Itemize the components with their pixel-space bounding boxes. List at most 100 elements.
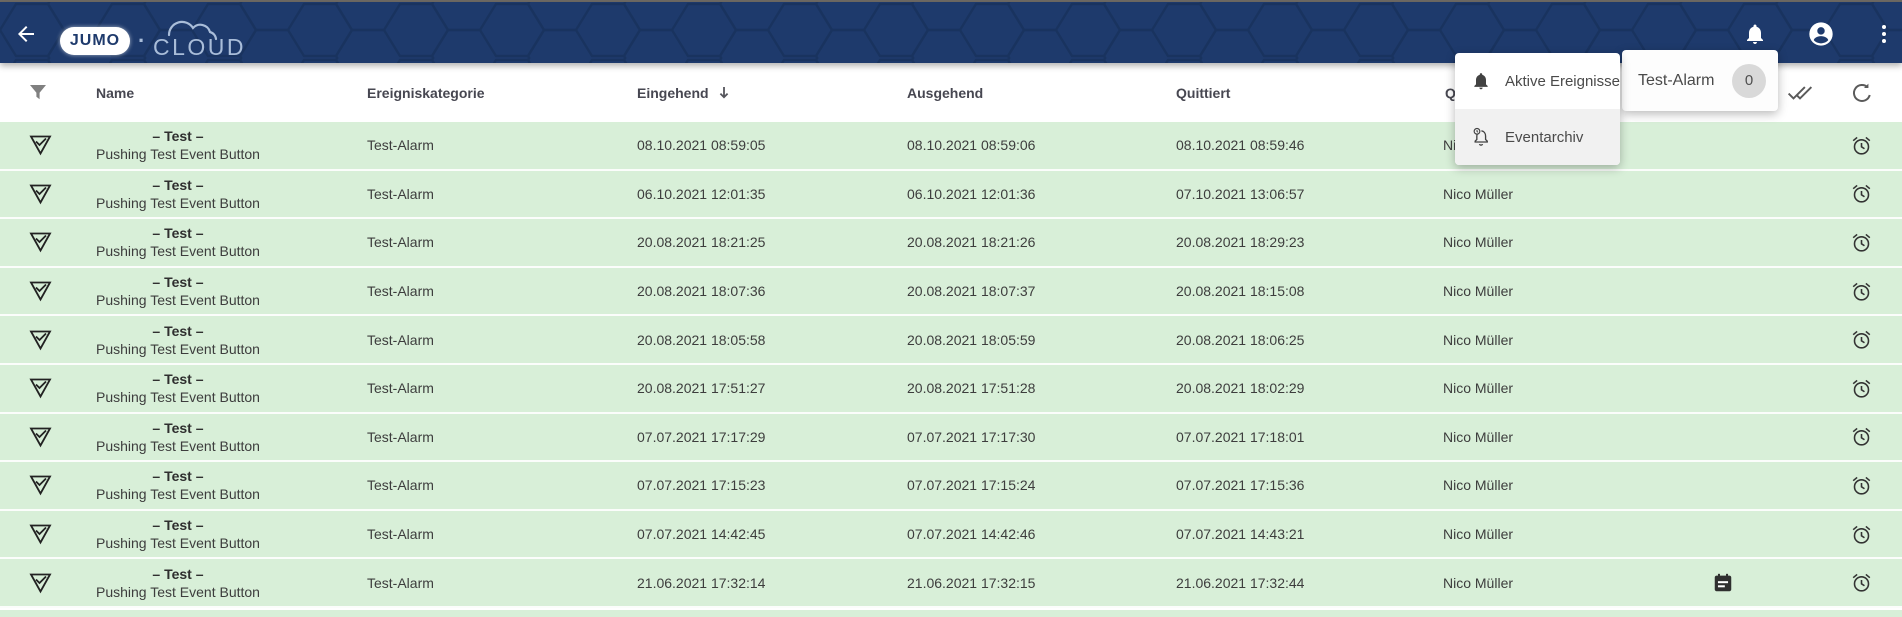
event-outgoing-time: 07.07.2021 17:17:30	[907, 414, 1035, 461]
table-row[interactable]: – Test – Pushing Test Event Button Test-…	[0, 171, 1902, 220]
filter-funnel-icon[interactable]	[26, 63, 50, 122]
event-incoming-time: 07.07.2021 17:17:29	[637, 414, 765, 461]
event-outgoing-time: 07.07.2021 17:15:24	[907, 462, 1035, 509]
logo-brand-text: JUMO	[70, 32, 120, 50]
jumo-cloud-logo: JUMO · CLOUD	[60, 19, 259, 63]
events-dropdown-menu: Aktive Ereignisse Eventarchiv	[1455, 53, 1620, 165]
event-outgoing-time: 20.08.2021 18:07:37	[907, 268, 1035, 315]
alarm-clock-icon[interactable]	[1851, 511, 1872, 558]
event-name-title: – Test –	[152, 224, 203, 242]
partially-visible-row	[0, 610, 1902, 617]
more-vert-icon[interactable]	[1870, 20, 1898, 48]
event-incoming-time: 07.07.2021 14:42:45	[637, 511, 765, 558]
event-acknowledged-icon	[28, 268, 53, 315]
event-acknowledged-by: Nico Müller	[1443, 414, 1513, 461]
done-all-icon[interactable]	[1787, 63, 1813, 122]
alarm-clock-icon[interactable]	[1851, 122, 1872, 169]
event-outgoing-time: 21.06.2021 17:32:15	[907, 559, 1035, 606]
filter-chip-panel[interactable]: Test-Alarm 0	[1622, 50, 1778, 111]
event-category: Test-Alarm	[367, 316, 434, 363]
table-row[interactable]: – Test – Pushing Test Event Button Test-…	[0, 219, 1902, 268]
column-header-outgoing[interactable]: Ausgehend	[907, 63, 983, 122]
alarm-clock-icon[interactable]	[1851, 171, 1872, 218]
event-acknowledged-time: 07.07.2021 14:43:21	[1176, 511, 1304, 558]
event-outgoing-time: 06.10.2021 12:01:36	[907, 171, 1035, 218]
event-acknowledged-by: Nico Müller	[1443, 511, 1513, 558]
event-category: Test-Alarm	[367, 559, 434, 606]
event-name-subtitle: Pushing Test Event Button	[96, 437, 260, 455]
event-acknowledged-time: 21.06.2021 17:32:44	[1176, 559, 1304, 606]
sort-descending-icon[interactable]	[717, 85, 731, 101]
event-acknowledged-icon	[28, 122, 53, 169]
table-row[interactable]: – Test – Pushing Test Event Button Test-…	[0, 511, 1902, 560]
svg-text:CLOUD: CLOUD	[153, 34, 246, 60]
event-incoming-time: 20.08.2021 17:51:27	[637, 365, 765, 412]
table-row[interactable]: – Test – Pushing Test Event Button Test-…	[0, 462, 1902, 511]
menu-item-active-events[interactable]: Aktive Ereignisse	[1455, 53, 1620, 109]
event-name: – Test – Pushing Test Event Button	[96, 219, 260, 266]
event-name: – Test – Pushing Test Event Button	[96, 316, 260, 363]
alarm-clock-icon[interactable]	[1851, 268, 1872, 315]
event-acknowledged-time: 20.08.2021 18:06:25	[1176, 316, 1304, 363]
column-header-name[interactable]: Name	[96, 63, 134, 122]
event-name-subtitle: Pushing Test Event Button	[96, 583, 260, 601]
event-acknowledged-by: Nico Müller	[1443, 462, 1513, 509]
column-header-category[interactable]: Ereigniskategorie	[367, 63, 485, 122]
event-acknowledged-icon	[28, 511, 53, 558]
cloud-wordmark: CLOUD	[151, 19, 259, 63]
event-acknowledged-time: 20.08.2021 18:02:29	[1176, 365, 1304, 412]
event-category: Test-Alarm	[367, 414, 434, 461]
alarm-clock-icon[interactable]	[1851, 462, 1872, 509]
event-outgoing-time: 07.07.2021 14:42:46	[907, 511, 1035, 558]
event-acknowledged-icon	[28, 365, 53, 412]
refresh-icon[interactable]	[1850, 63, 1874, 122]
event-acknowledged-by: Nico Müller	[1443, 559, 1513, 606]
filter-chip-label: Test-Alarm	[1638, 72, 1714, 90]
jumo-logo-pill: JUMO	[60, 27, 130, 55]
event-incoming-time: 20.08.2021 18:07:36	[637, 268, 765, 315]
table-row[interactable]: – Test – Pushing Test Event Button Test-…	[0, 316, 1902, 365]
event-name: – Test – Pushing Test Event Button	[96, 171, 260, 218]
alarm-clock-icon[interactable]	[1851, 559, 1872, 606]
event-name-subtitle: Pushing Test Event Button	[96, 145, 260, 163]
event-acknowledged-by: Nico Müller	[1443, 365, 1513, 412]
account-icon[interactable]	[1807, 20, 1835, 48]
event-name-subtitle: Pushing Test Event Button	[96, 388, 260, 406]
table-row[interactable]: – Test – Pushing Test Event Button Test-…	[0, 365, 1902, 414]
alarm-clock-icon[interactable]	[1851, 365, 1872, 412]
alarm-clock-icon[interactable]	[1851, 219, 1872, 266]
event-acknowledged-icon	[28, 171, 53, 218]
filter-chip-count-badge: 0	[1732, 64, 1766, 98]
back-arrow-icon[interactable]	[12, 20, 40, 48]
alarm-clock-icon[interactable]	[1851, 414, 1872, 461]
event-category: Test-Alarm	[367, 171, 434, 218]
calendar-icon[interactable]	[1712, 559, 1734, 606]
table-row[interactable]: – Test – Pushing Test Event Button Test-…	[0, 268, 1902, 317]
event-outgoing-time: 08.10.2021 08:59:06	[907, 122, 1035, 169]
table-row[interactable]: – Test – Pushing Test Event Button Test-…	[0, 414, 1902, 463]
event-name-title: – Test –	[152, 322, 203, 340]
event-acknowledged-by: Nico Müller	[1443, 316, 1513, 363]
event-name: – Test – Pushing Test Event Button	[96, 122, 260, 169]
event-acknowledged-time: 07.07.2021 17:18:01	[1176, 414, 1304, 461]
event-acknowledged-time: 07.10.2021 13:06:57	[1176, 171, 1304, 218]
event-incoming-time: 06.10.2021 12:01:35	[637, 171, 765, 218]
column-header-acknowledged[interactable]: Quittiert	[1176, 63, 1230, 122]
event-category: Test-Alarm	[367, 219, 434, 266]
event-category: Test-Alarm	[367, 462, 434, 509]
menu-item-label: Eventarchiv	[1505, 129, 1583, 146]
event-acknowledged-icon	[28, 414, 53, 461]
menu-item-event-archive[interactable]: Eventarchiv	[1455, 109, 1620, 165]
event-outgoing-time: 20.08.2021 18:21:26	[907, 219, 1035, 266]
event-archive-page: JUMO · CLOUD Name Ereigniskate	[0, 0, 1902, 617]
alarm-clock-icon[interactable]	[1851, 316, 1872, 363]
table-row[interactable]: – Test – Pushing Test Event Button Test-…	[0, 559, 1902, 608]
event-name-title: – Test –	[152, 176, 203, 194]
event-name-subtitle: Pushing Test Event Button	[96, 194, 260, 212]
column-header-incoming[interactable]: Eingehend	[637, 63, 731, 122]
event-acknowledged-by: Nico Müller	[1443, 171, 1513, 218]
event-name-title: – Test –	[152, 419, 203, 437]
bell-icon[interactable]	[1741, 20, 1769, 48]
event-name-title: – Test –	[152, 127, 203, 145]
event-name-subtitle: Pushing Test Event Button	[96, 485, 260, 503]
